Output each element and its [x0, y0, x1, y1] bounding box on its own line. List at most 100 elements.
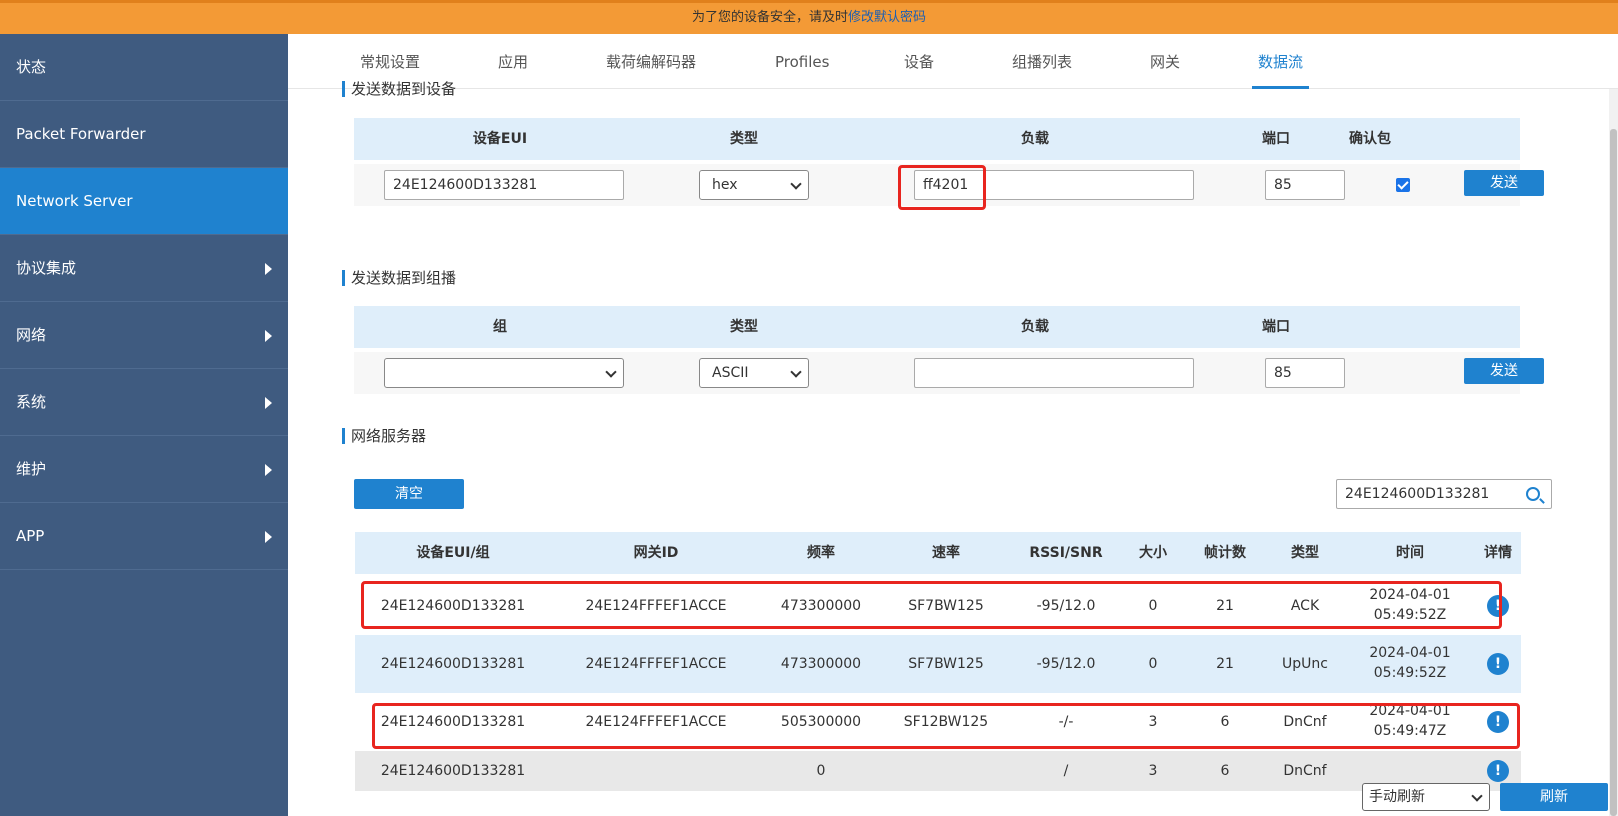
cell-frequency: 473300000: [780, 598, 862, 614]
search-icon[interactable]: [1526, 487, 1540, 501]
header-type: 类型: [730, 131, 758, 147]
cell-rssi: -/-: [1058, 714, 1074, 730]
port-input[interactable]: 85: [1265, 170, 1345, 200]
send-device-row: 24E124600D133281 hex ff4201 85 发送: [354, 164, 1544, 206]
group-type-select-value: ASCII: [712, 365, 749, 381]
cell-size: 0: [1148, 598, 1158, 614]
cell-fcnt: 6: [1220, 763, 1230, 779]
tab-profiles[interactable]: Profiles: [775, 34, 829, 89]
send-device-header: 设备EUI 类型 负载 端口 确认包: [354, 118, 1520, 160]
sidebar-item-label: Packet Forwarder: [16, 125, 146, 143]
cell-type: DnCnf: [1283, 763, 1327, 779]
info-icon[interactable]: !: [1487, 760, 1509, 782]
chevron-down-icon: [605, 366, 617, 378]
cell-rssi: /: [1063, 763, 1069, 779]
col-rssi-snr: RSSI/SNR: [1029, 545, 1103, 561]
tab-multicast-groups[interactable]: 组播列表: [1012, 34, 1072, 89]
table-row[interactable]: 24E124600D133281 24E124FFFEF1ACCE 473300…: [355, 577, 1521, 635]
col-type: 类型: [1291, 545, 1319, 561]
tab-devices[interactable]: 设备: [904, 34, 934, 89]
scrollbar-thumb[interactable]: [1610, 129, 1617, 816]
chevron-right-icon: [265, 531, 272, 543]
vertical-scrollbar[interactable]: [1609, 89, 1618, 816]
cell-size: 3: [1148, 714, 1158, 730]
section-title-send-group: 发送数据到组播: [342, 270, 456, 286]
header-device-eui: 设备EUI: [472, 131, 528, 147]
confirm-checkbox[interactable]: [1396, 178, 1410, 192]
section-title-network-server: 网络服务器: [342, 428, 426, 444]
cell-frequency: 505300000: [780, 714, 862, 730]
chevron-right-icon: [265, 464, 272, 476]
security-banner: 为了您的设备安全，请及时修改默认密码: [0, 0, 1618, 34]
tab-gateways[interactable]: 网关: [1150, 34, 1180, 89]
header-port: 端口: [1262, 319, 1290, 335]
section-clip: 发送数据到设备: [342, 81, 542, 97]
cell-eui: 24E124600D133281: [380, 714, 526, 730]
header-port: 端口: [1262, 131, 1290, 147]
group-type-select[interactable]: ASCII: [699, 358, 809, 388]
info-icon[interactable]: !: [1487, 595, 1509, 617]
cell-rate: SF7BW125: [908, 656, 984, 672]
cell-date: 2024-04-01: [1369, 703, 1451, 719]
cell-gateway: 24E124FFFEF1ACCE: [585, 656, 727, 672]
sidebar-item-label: 网络: [16, 326, 47, 344]
cell-gateway: 24E124FFFEF1ACCE: [585, 714, 727, 730]
tab-packets[interactable]: 数据流: [1251, 34, 1310, 89]
header-group: 组: [493, 319, 507, 335]
col-frame-count: 帧计数: [1204, 545, 1246, 561]
cell-rssi: -95/12.0: [1036, 598, 1096, 614]
sidebar-item-label: 状态: [16, 58, 47, 76]
sidebar-item-status[interactable]: 状态: [0, 34, 288, 101]
group-port-input[interactable]: 85: [1265, 358, 1345, 388]
info-icon[interactable]: !: [1487, 653, 1509, 675]
refresh-mode-value: 手动刷新: [1369, 789, 1425, 805]
cell-fcnt: 21: [1216, 598, 1234, 614]
table-row[interactable]: 24E124600D133281 24E124FFFEF1ACCE 473300…: [355, 635, 1521, 693]
cell-type: DnCnf: [1283, 714, 1327, 730]
cell-fcnt: 6: [1220, 714, 1230, 730]
group-select[interactable]: [384, 358, 624, 388]
change-password-link[interactable]: 修改默认密码: [848, 10, 926, 25]
header-confirm: 确认包: [1349, 131, 1391, 147]
refresh-button[interactable]: 刷新: [1500, 783, 1608, 811]
cell-date: 2024-04-01: [1369, 587, 1451, 603]
cell-frequency: 0: [816, 763, 826, 779]
send-group-header: 组 类型 负载 端口: [354, 306, 1520, 348]
col-device-eui: 设备EUI/组: [416, 545, 490, 561]
sidebar-item-system[interactable]: 系统: [0, 369, 288, 436]
cell-gateway: 24E124FFFEF1ACCE: [585, 598, 727, 614]
cell-eui: 24E124600D133281: [380, 763, 526, 779]
sidebar-item-network[interactable]: 网络: [0, 302, 288, 369]
col-time: 时间: [1396, 545, 1424, 561]
send-group-button[interactable]: 发送: [1464, 358, 1544, 384]
device-eui-input[interactable]: 24E124600D133281: [384, 170, 624, 200]
cell-rate: SF7BW125: [908, 598, 984, 614]
tab-payload-codec[interactable]: 载荷编解码器: [606, 34, 696, 89]
chevron-down-icon: [790, 366, 802, 378]
refresh-mode-select[interactable]: 手动刷新: [1362, 783, 1490, 811]
cell-time: 05:49:52Z: [1373, 665, 1447, 681]
sidebar-item-network-server[interactable]: Network Server: [0, 168, 288, 235]
sidebar-item-packet-forwarder[interactable]: Packet Forwarder: [0, 101, 288, 168]
table-bottom: [355, 791, 1521, 816]
col-rate: 速率: [932, 545, 960, 561]
table-row[interactable]: 24E124600D133281 0 / 3 6 DnCnf !: [355, 751, 1521, 791]
type-select[interactable]: hex: [699, 170, 809, 200]
chevron-right-icon: [265, 263, 272, 275]
sidebar-item-app[interactable]: APP: [0, 503, 288, 570]
cell-rssi: -95/12.0: [1036, 656, 1096, 672]
search-input[interactable]: 24E124600D133281: [1336, 479, 1552, 509]
send-device-button[interactable]: 发送: [1464, 170, 1544, 196]
clear-button[interactable]: 清空: [354, 479, 464, 509]
info-icon[interactable]: !: [1487, 711, 1509, 733]
type-select-value: hex: [712, 177, 738, 193]
table-row[interactable]: 24E124600D133281 24E124FFFEF1ACCE 505300…: [355, 693, 1521, 751]
col-frequency: 频率: [807, 545, 835, 561]
group-payload-input[interactable]: [914, 358, 1194, 388]
sidebar-item-maintenance[interactable]: 维护: [0, 436, 288, 503]
header-type: 类型: [730, 319, 758, 335]
banner-text: 为了您的设备安全，请及时: [691, 10, 848, 25]
payload-input[interactable]: ff4201: [914, 170, 1194, 200]
sidebar-item-protocol-integration[interactable]: 协议集成: [0, 235, 288, 302]
chevron-right-icon: [265, 330, 272, 342]
